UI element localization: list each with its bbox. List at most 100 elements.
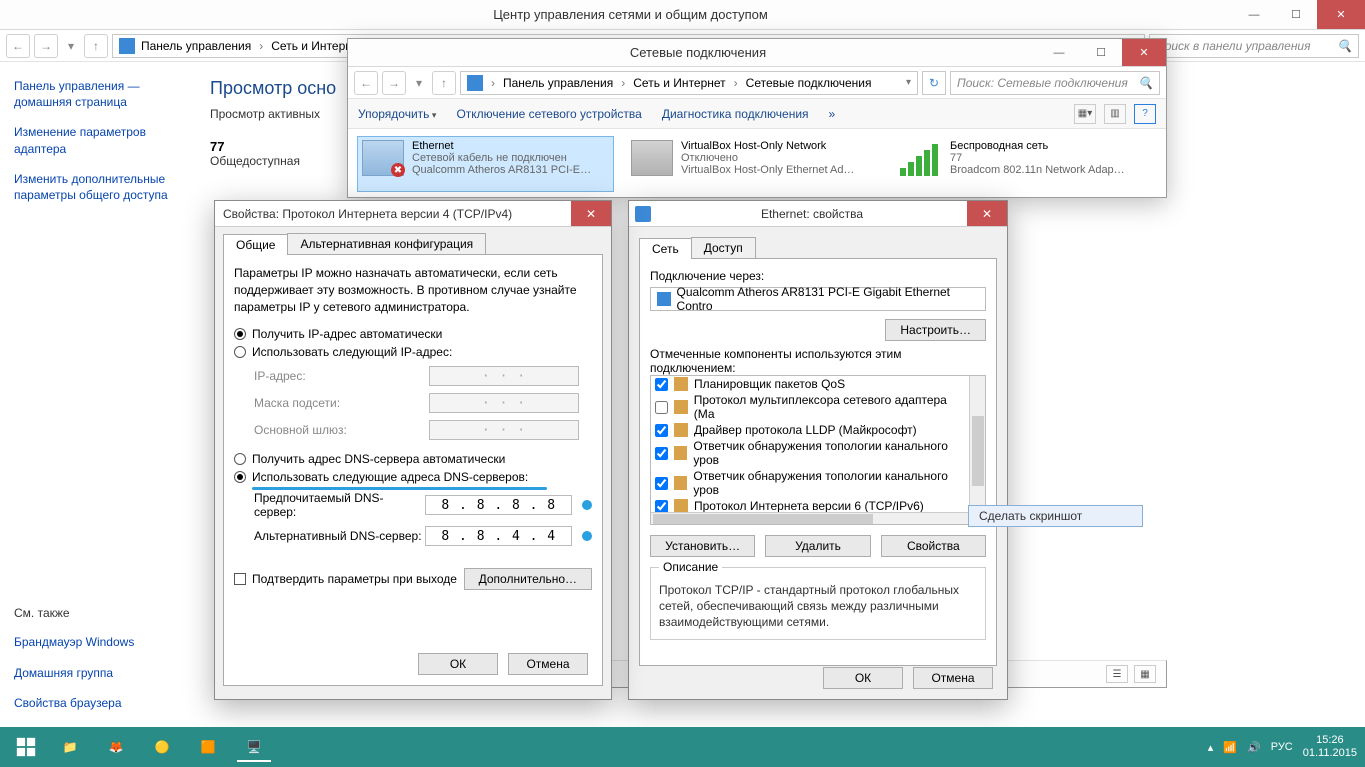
advanced-button[interactable]: Дополнительно… (464, 568, 592, 590)
crumb-cp[interactable]: Панель управления (141, 39, 251, 53)
link-cp-home[interactable]: Панель управления —домашняя страница (14, 78, 186, 110)
up-button[interactable]: ↑ (84, 34, 108, 58)
back-button[interactable]: ← (354, 71, 378, 95)
install-button[interactable]: Установить… (650, 535, 755, 557)
minimize-button[interactable]: — (1038, 39, 1080, 66)
tab-network[interactable]: Сеть (639, 238, 692, 259)
ok-button[interactable]: ОК (418, 653, 498, 675)
component-checkbox[interactable] (655, 500, 668, 513)
input-mask: · · · (429, 393, 579, 413)
taskbar-app-control-panel[interactable]: 🖥️ (234, 732, 274, 762)
link-adapter-settings[interactable]: Изменение параметров адаптера (14, 124, 186, 156)
disable-device-button[interactable]: Отключение сетевого устройства (456, 107, 641, 121)
tray-up-icon[interactable]: ▴ (1208, 741, 1214, 754)
properties-button[interactable]: Свойства (881, 535, 986, 557)
forward-button[interactable]: → (34, 34, 58, 58)
component-icon (674, 476, 687, 490)
configure-button[interactable]: Настроить… (885, 319, 986, 341)
description-title: Описание (659, 560, 722, 574)
refresh-button[interactable]: ↻ (922, 71, 946, 95)
crumb-net[interactable]: Сеть и Интернет (633, 76, 725, 90)
connection-item-wifi[interactable]: Беспроводная сеть 77 Broadcom 802.11n Ne… (896, 137, 1151, 191)
tab-access[interactable]: Доступ (691, 237, 756, 258)
tray-network-icon[interactable]: 📶 (1223, 741, 1237, 754)
connection-item-virtualbox[interactable]: VirtualBox Host-Only Network Отключено V… (627, 137, 882, 191)
preview-pane-button[interactable]: ▥ (1104, 104, 1126, 124)
close-button[interactable]: ✕ (1317, 0, 1365, 29)
vertical-scrollbar[interactable] (969, 376, 985, 512)
ok-button[interactable]: ОК (823, 667, 903, 689)
up-button[interactable]: ↑ (432, 71, 456, 95)
label-mask: Маска подсети: (254, 396, 429, 410)
tray-volume-icon[interactable]: 🔊 (1247, 741, 1261, 754)
label-dns2: Альтернативный DNS-сервер: (254, 529, 425, 543)
component-checkbox[interactable] (655, 424, 668, 437)
link-advanced-sharing[interactable]: Изменить дополнительные параметры общего… (14, 171, 186, 203)
input-dns2[interactable]: 8 . 8 . 4 . 4 (425, 526, 572, 546)
component-checkbox[interactable] (655, 447, 668, 460)
taskbar-app-firefox[interactable]: 🦊 (96, 732, 136, 762)
cancel-button[interactable]: Отмена (508, 653, 588, 675)
conn-name: Беспроводная сеть (950, 140, 1125, 152)
tab-alt-config[interactable]: Альтернативная конфигурация (287, 233, 486, 254)
back-button[interactable]: ← (6, 34, 30, 58)
forward-button[interactable]: → (382, 71, 406, 95)
search-input[interactable]: Поиск в панели управления 🔍 (1149, 34, 1359, 58)
view-icons-button[interactable]: ▦ (1134, 665, 1156, 683)
control-panel-icon (119, 38, 135, 54)
conn-device: Broadcom 802.11n Network Adap… (950, 164, 1125, 176)
input-gateway: · · · (429, 420, 579, 440)
close-button[interactable]: ✕ (967, 201, 1007, 226)
input-dns1[interactable]: 8 . 8 . 8 . 8 (425, 495, 572, 515)
address-bar[interactable]: › Панель управления› Сеть и Интернет› Се… (460, 71, 918, 95)
organize-menu[interactable]: Упорядочить (358, 107, 436, 121)
component-checkbox[interactable] (655, 401, 668, 414)
link-homegroup[interactable]: Домашняя группа (14, 665, 186, 681)
link-browser-props[interactable]: Свойства браузера (14, 695, 186, 711)
radio-manual-ip[interactable]: Использовать следующий IP-адрес: (234, 345, 592, 359)
link-firewall[interactable]: Брандмауэр Windows (14, 634, 186, 650)
maximize-button[interactable]: ☐ (1080, 39, 1122, 66)
recent-button[interactable]: ▾ (410, 71, 428, 95)
close-button[interactable]: ✕ (1122, 39, 1166, 66)
search-placeholder: Поиск в панели управления (1156, 39, 1311, 53)
radio-auto-dns[interactable]: Получить адрес DNS-сервера автоматически (234, 452, 592, 466)
search-input[interactable]: Поиск: Сетевые подключения 🔍 (950, 71, 1160, 95)
remove-button[interactable]: Удалить (765, 535, 870, 557)
component-checkbox[interactable] (655, 477, 668, 490)
minimize-button[interactable]: — (1233, 0, 1275, 29)
taskbar-app-chrome[interactable]: 🟡 (142, 732, 182, 762)
radio-manual-dns[interactable]: Использовать следующие адреса DNS-сервер… (234, 470, 592, 484)
taskbar-app-sublime[interactable]: 🟧 (188, 732, 228, 762)
component-item: Протокол мультиплексора сетевого адаптер… (651, 392, 969, 422)
start-button[interactable] (8, 732, 44, 762)
view-details-button[interactable]: ☰ (1106, 665, 1128, 683)
horizontal-scrollbar[interactable] (651, 512, 969, 524)
cancel-button[interactable]: Отмена (913, 667, 993, 689)
components-list[interactable]: Планировщик пакетов QoS Протокол мультип… (650, 375, 986, 525)
recent-button[interactable]: ▾ (62, 34, 80, 58)
connection-item-ethernet[interactable]: Ethernet Сетевой кабель не подключен Qua… (358, 137, 613, 191)
tray-lang[interactable]: РУС (1271, 741, 1293, 753)
crumb-cp[interactable]: Панель управления (503, 76, 613, 90)
maximize-button[interactable]: ☐ (1275, 0, 1317, 29)
tab-general[interactable]: Общие (223, 234, 288, 255)
active-network-type: Общедоступная (210, 154, 336, 168)
diagnose-button[interactable]: Диагностика подключения (662, 107, 809, 121)
help-button[interactable]: ? (1134, 104, 1156, 124)
tray-clock[interactable]: 15:26 01.11.2015 (1303, 734, 1357, 760)
crumb-conn[interactable]: Сетевые подключения (746, 76, 872, 90)
view-layout-button[interactable]: ▦▾ (1074, 104, 1096, 124)
radio-auto-ip[interactable]: Получить IP-адрес автоматически (234, 327, 592, 341)
close-button[interactable]: ✕ (571, 201, 611, 226)
conn-device: VirtualBox Host-Only Ethernet Ad… (681, 164, 854, 176)
component-item: Драйвер протокола LLDP (Майкрософт) (651, 422, 969, 438)
component-checkbox[interactable] (655, 378, 668, 391)
radio-label: Получить адрес DNS-сервера автоматически (252, 452, 505, 466)
ipv4-properties-dialog: Свойства: Протокол Интернета версии 4 (T… (214, 200, 612, 700)
radio-icon (234, 471, 246, 483)
taskbar-app-explorer[interactable]: 📁 (50, 732, 90, 762)
ethernet-icon (362, 140, 404, 176)
more-button[interactable]: » (829, 107, 836, 121)
validate-checkbox[interactable] (234, 573, 246, 585)
